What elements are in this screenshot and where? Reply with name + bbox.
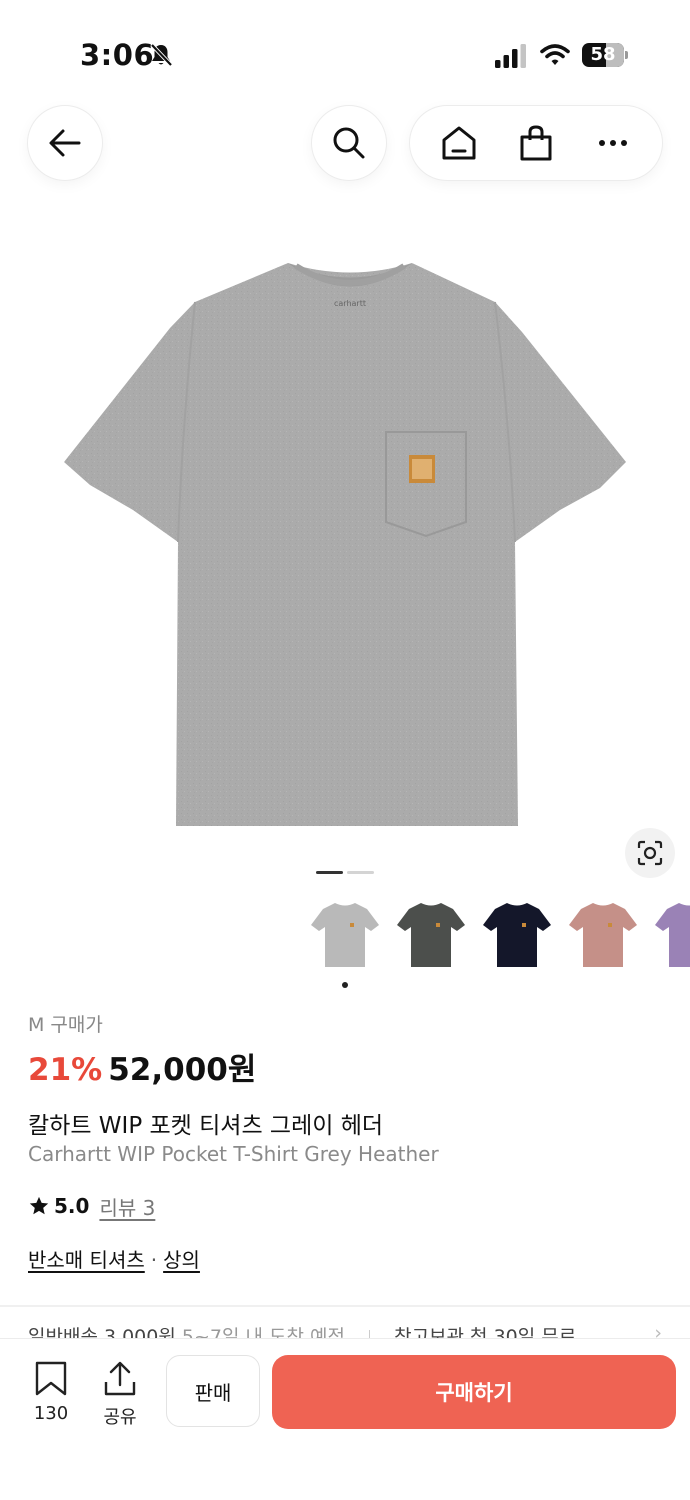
rating-value: 5.0 [54, 1194, 90, 1218]
bell-muted-icon [150, 43, 173, 67]
rating-row: 5.0 리뷰 3 [28, 1192, 668, 1220]
pager-indicator-active [316, 871, 343, 874]
variant-thumbnail[interactable] [649, 892, 690, 974]
back-button[interactable] [28, 106, 102, 180]
price-row: 21% 52,000원 [28, 1044, 668, 1092]
lens-scan-icon [637, 840, 663, 866]
sell-button[interactable]: 판매 [166, 1355, 260, 1427]
discount-rate: 21% [28, 1052, 103, 1088]
product-image[interactable]: carhartt [0, 230, 690, 860]
tshirt-swatch-icon [569, 903, 637, 967]
status-time: 3:06 [80, 38, 155, 72]
buy-button[interactable]: 구매하기 [272, 1355, 676, 1429]
battery-percent: 58 [590, 44, 616, 65]
share-icon [104, 1361, 136, 1396]
wishlist-button[interactable]: 130 [21, 1361, 81, 1424]
category-separator: · [150, 1248, 158, 1272]
product-info: M 구매가 21% 52,000원 칼하트 WIP 포켓 티셔츠 그레이 헤더 … [28, 1010, 668, 1274]
product-name-korean: 칼하트 WIP 포켓 티셔츠 그레이 헤더 [28, 1113, 384, 1139]
arrow-left-icon [49, 129, 81, 157]
status-bar: 3:06 58 [0, 0, 690, 100]
size-price-label: M 구매가 [28, 1014, 103, 1036]
battery-indicator: 58 [582, 43, 628, 67]
variant-thumbnail[interactable] [477, 892, 557, 974]
more-dots-icon [599, 140, 628, 146]
variant-thumbnail[interactable] [563, 892, 643, 974]
bookmark-icon [35, 1361, 67, 1396]
price: 52,000원 [108, 1052, 257, 1088]
category-row: 반소매 티셔츠 · 상의 [28, 1244, 668, 1274]
variant-thumbnails [300, 892, 690, 982]
product-name-english: Carhartt WIP Pocket T-Shirt Grey Heather [28, 1142, 439, 1166]
share-button[interactable]: 공유 [90, 1361, 150, 1429]
home-button[interactable] [439, 123, 479, 163]
variant-thumbnail[interactable] [391, 892, 471, 974]
share-label: 공유 [103, 1407, 137, 1428]
variant-thumbnail[interactable] [305, 892, 385, 974]
reviews-link[interactable]: 리뷰 3 [99, 1192, 155, 1221]
tshirt-swatch-icon [655, 903, 690, 967]
tshirt-swatch-icon [483, 903, 551, 967]
svg-text:carhartt: carhartt [334, 299, 366, 308]
category-link-tops[interactable]: 상의 [163, 1248, 200, 1272]
shopping-bag-icon [520, 125, 552, 161]
home-icon [442, 126, 476, 160]
nav-action-group [410, 106, 662, 180]
wifi-icon [540, 44, 570, 65]
category-link-short-sleeve[interactable]: 반소매 티셔츠 [28, 1248, 145, 1272]
cart-button[interactable] [516, 123, 556, 163]
cellular-signal-icon [495, 44, 526, 68]
star-icon [29, 1196, 49, 1215]
wishlist-count: 130 [33, 1403, 69, 1424]
more-button[interactable] [593, 123, 633, 163]
bottom-action-bar: 130 공유 판매 구매하기 [0, 1338, 690, 1500]
pager-indicator [347, 871, 374, 874]
search-icon [333, 127, 365, 159]
divider [0, 1305, 690, 1307]
tshirt-swatch-icon [397, 903, 465, 967]
selected-variant-dot [342, 982, 348, 988]
gallery-pager [316, 871, 376, 875]
image-search-button[interactable] [625, 828, 675, 878]
tshirt-swatch-icon [311, 903, 379, 967]
search-button[interactable] [312, 106, 386, 180]
